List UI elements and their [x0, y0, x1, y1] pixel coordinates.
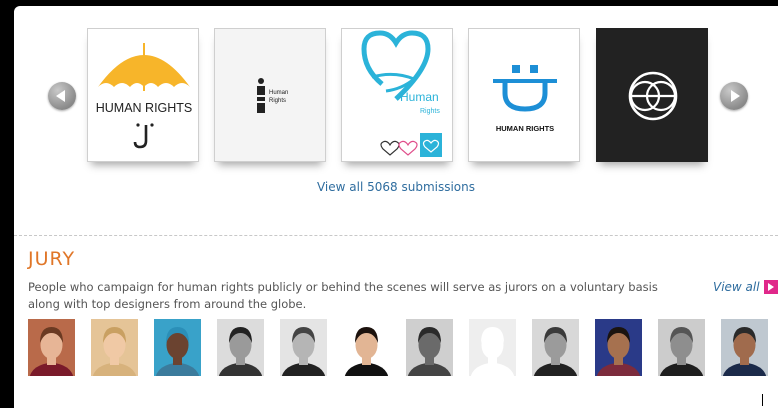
submissions-carousel: HUMAN RIGHTS Human Rights Human Rights H… — [14, 6, 778, 194]
svg-text:HUMAN RIGHTS: HUMAN RIGHTS — [496, 124, 554, 133]
carousel-prev-button[interactable] — [48, 82, 76, 110]
submission-thumb-4[interactable]: HUMAN RIGHTS — [468, 28, 580, 162]
juror-portrait[interactable] — [406, 319, 453, 376]
umbrella-logo-icon: HUMAN RIGHTS — [96, 43, 193, 149]
juror-portrait[interactable] — [721, 319, 768, 376]
chevron-right-icon — [731, 90, 740, 102]
svg-text:Human: Human — [400, 90, 439, 104]
juror-portrait[interactable] — [280, 319, 327, 376]
submission-thumb-1[interactable]: HUMAN RIGHTS — [87, 28, 199, 162]
juror-portrait[interactable] — [595, 319, 642, 376]
heart-logo-icon: Human Rights — [361, 30, 442, 157]
view-all-jury-link[interactable]: View all — [713, 280, 778, 294]
avatar-icon — [280, 319, 327, 376]
avatar-icon — [406, 319, 453, 376]
avatar-icon — [469, 319, 516, 376]
avatar-icon — [28, 319, 75, 376]
svg-text:Human: Human — [269, 90, 288, 96]
smile-logo-icon: HUMAN RIGHTS — [493, 65, 557, 133]
globe-logo-icon — [597, 29, 707, 161]
jury-description: People who campaign for human rights pub… — [28, 280, 658, 311]
avatar-icon — [91, 319, 138, 376]
juror-portrait[interactable] — [532, 319, 579, 376]
svg-text:HUMAN RIGHTS: HUMAN RIGHTS — [96, 101, 193, 115]
submission-thumb-2[interactable]: Human Rights — [214, 28, 326, 162]
figure-logo-icon: Human Rights — [215, 29, 325, 161]
carousel-next-button[interactable] — [720, 82, 748, 110]
page-frame: HUMAN RIGHTS Human Rights Human Rights H… — [14, 6, 778, 408]
avatar-icon — [154, 319, 201, 376]
section-divider — [14, 235, 778, 236]
juror-portrait[interactable] — [658, 319, 705, 376]
svg-text:Rights: Rights — [420, 108, 440, 115]
avatar-icon — [595, 319, 642, 376]
avatar-icon — [532, 319, 579, 376]
juror-portrait[interactable] — [154, 319, 201, 376]
view-all-jury-label: View all — [713, 280, 760, 294]
text-cursor-icon — [762, 394, 763, 406]
avatar-icon — [343, 319, 390, 376]
juror-portrait[interactable] — [28, 319, 75, 376]
avatar-icon — [217, 319, 264, 376]
chevron-left-icon — [56, 90, 65, 102]
svg-text:Rights: Rights — [269, 98, 286, 104]
view-all-submissions-link[interactable]: View all 5068 submissions — [14, 180, 778, 194]
submission-thumb-5[interactable] — [596, 28, 708, 162]
juror-portrait[interactable] — [469, 319, 516, 376]
avatar-icon — [658, 319, 705, 376]
juror-portrait[interactable] — [91, 319, 138, 376]
arrow-right-icon — [763, 280, 778, 294]
submission-thumb-3[interactable]: Human Rights — [341, 28, 453, 162]
juror-portrait[interactable] — [343, 319, 390, 376]
jury-heading: JURY — [28, 248, 76, 270]
avatar-icon — [721, 319, 768, 376]
juror-portrait[interactable] — [217, 319, 264, 376]
juror-portrait-strip — [28, 319, 778, 377]
